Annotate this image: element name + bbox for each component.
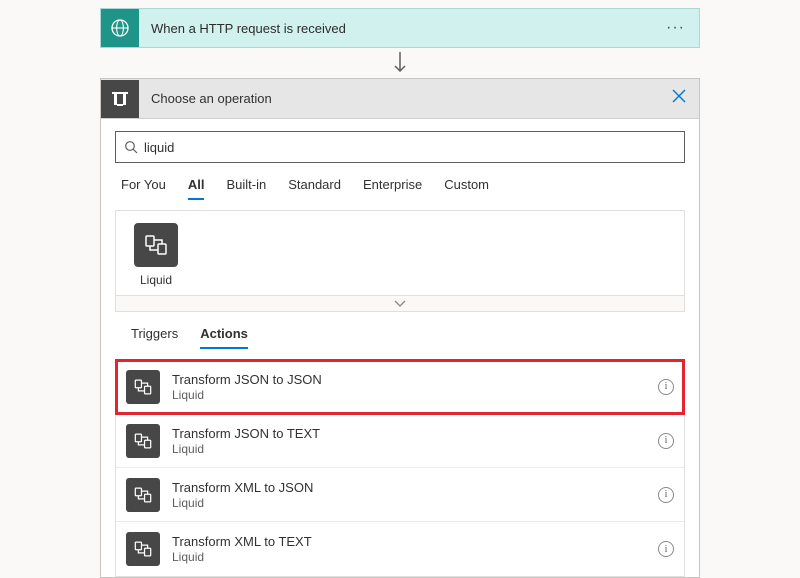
action-text: Transform JSON to TEXTLiquid xyxy=(172,426,658,456)
action-text: Transform XML to TEXTLiquid xyxy=(172,534,658,564)
info-icon[interactable]: i xyxy=(658,433,674,449)
connector-tile-label: Liquid xyxy=(126,273,186,287)
action-text: Transform XML to JSONLiquid xyxy=(172,480,658,510)
filter-tab-enterprise[interactable]: Enterprise xyxy=(363,177,422,200)
action-row[interactable]: Transform XML to TEXTLiquidi xyxy=(116,522,684,576)
action-subtitle: Liquid xyxy=(172,442,658,456)
sub-tab-triggers[interactable]: Triggers xyxy=(131,326,178,349)
connector-tile-liquid[interactable]: Liquid xyxy=(126,223,186,287)
liquid-connector-icon xyxy=(134,223,178,267)
filter-tab-all[interactable]: All xyxy=(188,177,205,200)
action-row[interactable]: Transform JSON to TEXTLiquidi xyxy=(116,414,684,468)
connector-grid: Liquid xyxy=(115,210,685,296)
action-row[interactable]: Transform XML to JSONLiquidi xyxy=(116,468,684,522)
filter-tab-custom[interactable]: Custom xyxy=(444,177,489,200)
action-subtitle: Liquid xyxy=(172,388,658,402)
trigger-title: When a HTTP request is received xyxy=(139,21,652,36)
action-text: Transform JSON to JSONLiquid xyxy=(172,372,658,402)
filter-tabs: For You All Built-in Standard Enterprise Cust… xyxy=(115,163,685,204)
flow-arrow xyxy=(100,48,700,78)
search-icon xyxy=(124,140,138,154)
action-title: Transform JSON to TEXT xyxy=(172,426,658,441)
panel-title: Choose an operation xyxy=(139,91,659,106)
filter-tab-for-you[interactable]: For You xyxy=(121,177,166,200)
liquid-action-icon xyxy=(126,478,160,512)
trigger-card[interactable]: When a HTTP request is received ··· xyxy=(100,8,700,48)
filter-tab-standard[interactable]: Standard xyxy=(288,177,341,200)
action-row[interactable]: Transform JSON to JSONLiquidi xyxy=(116,360,684,414)
panel-header: Choose an operation xyxy=(101,79,699,119)
action-subtitle: Liquid xyxy=(172,550,658,564)
info-icon[interactable]: i xyxy=(658,487,674,503)
operation-icon xyxy=(101,80,139,118)
http-trigger-icon xyxy=(101,9,139,47)
liquid-action-icon xyxy=(126,424,160,458)
sub-tab-actions[interactable]: Actions xyxy=(200,326,248,349)
action-subtitle: Liquid xyxy=(172,496,658,510)
trigger-menu-button[interactable]: ··· xyxy=(652,19,699,37)
action-list: Transform JSON to JSONLiquidiTransform J… xyxy=(115,359,685,577)
choose-operation-panel: Choose an operation For Y xyxy=(100,78,700,578)
close-button[interactable] xyxy=(659,89,699,108)
filter-tab-built-in[interactable]: Built-in xyxy=(226,177,266,200)
expand-connectors-button[interactable] xyxy=(115,296,685,312)
liquid-action-icon xyxy=(126,532,160,566)
liquid-action-icon xyxy=(126,370,160,404)
search-box[interactable] xyxy=(115,131,685,163)
info-icon[interactable]: i xyxy=(658,541,674,557)
action-title: Transform JSON to JSON xyxy=(172,372,658,387)
info-icon[interactable]: i xyxy=(658,379,674,395)
action-title: Transform XML to TEXT xyxy=(172,534,658,549)
search-input[interactable] xyxy=(144,140,676,155)
action-title: Transform XML to JSON xyxy=(172,480,658,495)
trigger-action-tabs: Triggers Actions xyxy=(115,312,685,353)
